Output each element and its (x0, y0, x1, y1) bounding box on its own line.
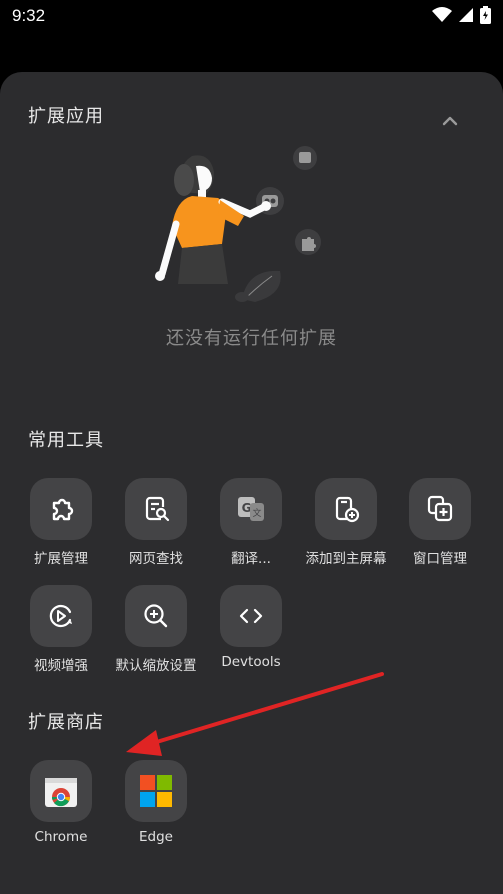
code-icon (239, 608, 263, 624)
extensions-sheet: 扩展应用 还没有运行任何扩展 常用工具 扩展管理 网页查找 G 文 翻译... … (0, 72, 503, 894)
chevron-up-icon (442, 116, 458, 126)
translate-icon: G文 (238, 497, 264, 521)
chrome-web-store-icon (45, 778, 77, 807)
tool-icon-tile (30, 760, 92, 822)
svg-text:文: 文 (252, 507, 261, 519)
empty-state-text: 还没有运行任何扩展 (166, 328, 337, 349)
tool-page-search[interactable]: 网页查找 (108, 478, 204, 567)
tool-label: 默认缩放设置 (115, 658, 197, 674)
tool-label: Chrome (34, 829, 88, 845)
tool-icon-tile (220, 585, 282, 647)
tool-label: Devtools (221, 654, 281, 670)
tool-icon-tile (125, 760, 187, 822)
tool-label: 翻译... (231, 551, 271, 567)
tool-icon-tile (125, 585, 187, 647)
page-search-icon (145, 496, 170, 522)
zoom-icon (144, 604, 168, 628)
tool-translate[interactable]: G文 翻译... (203, 478, 299, 567)
tool-devtools[interactable]: Devtools (203, 585, 299, 670)
status-bar: 9:32 (0, 0, 503, 36)
svg-text:G: G (242, 501, 252, 515)
window-add-icon (427, 495, 453, 522)
video-enhance-icon (49, 604, 72, 628)
tool-label: 网页查找 (129, 551, 183, 567)
status-icons (432, 6, 491, 24)
microsoft-logo-icon (140, 775, 172, 807)
store-chrome[interactable]: Chrome (13, 760, 109, 845)
tool-icon-tile (125, 478, 187, 540)
tool-add-to-home[interactable]: 添加到主屏幕 (298, 478, 394, 567)
tool-label: 视频增强 (34, 658, 88, 674)
tool-label: 窗口管理 (413, 551, 467, 567)
tool-icon-tile: G文 (220, 478, 282, 540)
tools-title: 常用工具 (28, 430, 104, 451)
tool-icon-tile (315, 478, 377, 540)
store-edge[interactable]: Edge (108, 760, 204, 845)
tool-label: 扩展管理 (34, 551, 88, 567)
puzzle-icon (52, 498, 74, 521)
signal-icon (459, 8, 473, 22)
add-to-home-icon (335, 496, 360, 523)
store-title: 扩展商店 (28, 712, 104, 733)
tool-window-manager[interactable]: 窗口管理 (392, 478, 488, 567)
tool-icon-tile (30, 478, 92, 540)
status-time: 9:32 (12, 6, 46, 25)
tool-icon-tile (409, 478, 471, 540)
tool-default-zoom[interactable]: 默认缩放设置 (108, 585, 204, 674)
tool-label: Edge (139, 829, 173, 845)
sheet-title: 扩展应用 (28, 106, 104, 127)
battery-icon (480, 6, 491, 24)
tool-icon-tile (30, 585, 92, 647)
tool-label: 添加到主屏幕 (305, 551, 387, 567)
wifi-icon (432, 7, 452, 22)
tool-extension-manager[interactable]: 扩展管理 (13, 478, 109, 567)
empty-illustration (155, 146, 321, 302)
tool-video-enhance[interactable]: 视频增强 (13, 585, 109, 674)
collapse-button[interactable] (436, 108, 464, 132)
